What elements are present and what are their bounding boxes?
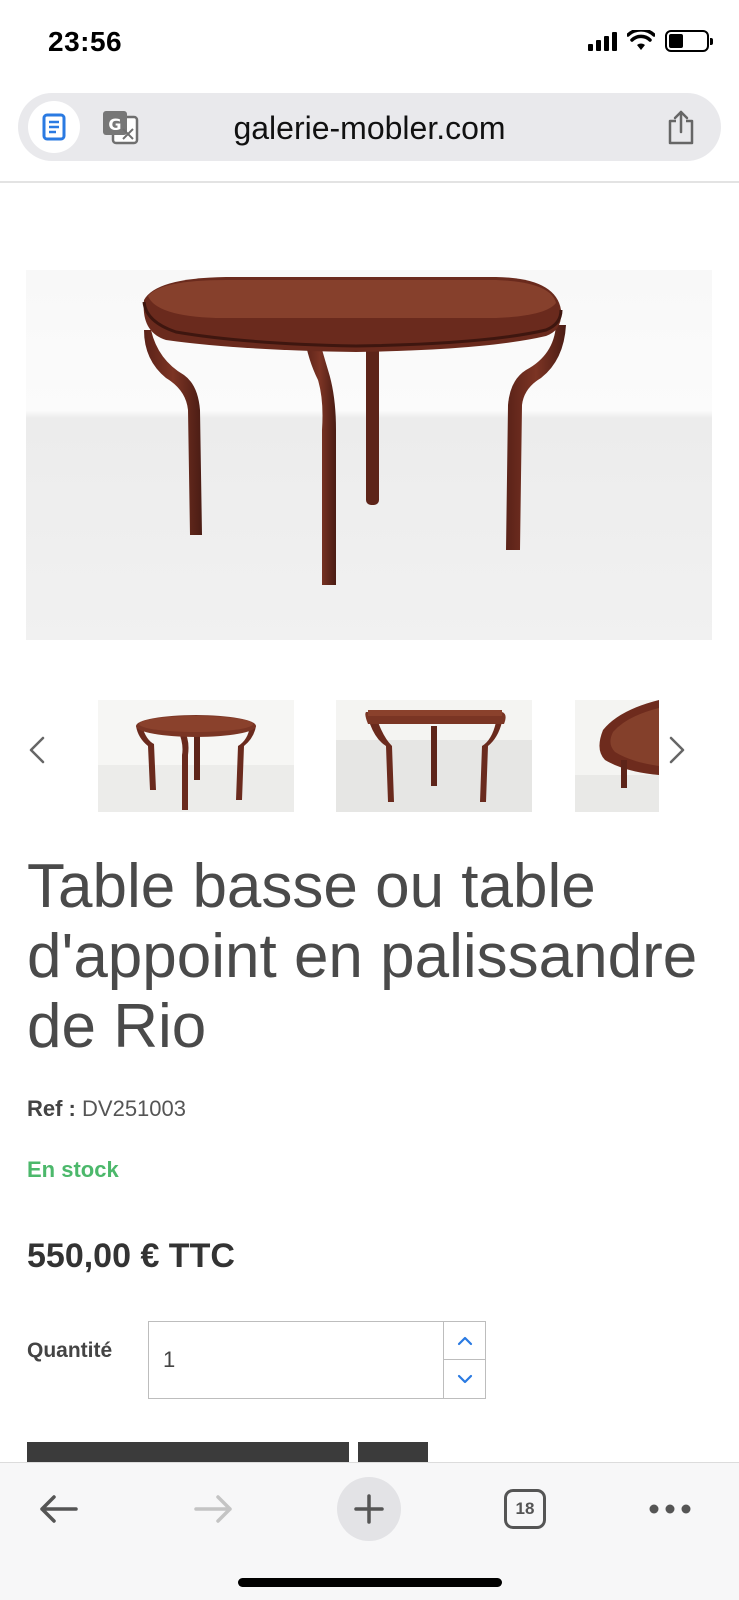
tabs-button[interactable]: 18 <box>493 1477 557 1541</box>
product-title: Table basse ou table d'appoint en paliss… <box>27 852 698 1061</box>
share-icon <box>668 110 694 145</box>
quantity-stepper-buttons <box>443 1322 485 1398</box>
plus-icon <box>354 1494 384 1524</box>
address-bar[interactable]: G galerie-mobler.com <box>18 93 721 161</box>
stock-status: En stock <box>27 1157 119 1182</box>
add-to-cart-button[interactable] <box>27 1442 349 1462</box>
quantity-decrease-button[interactable] <box>444 1360 485 1398</box>
back-button[interactable] <box>26 1477 90 1541</box>
wishlist-button[interactable] <box>358 1442 428 1462</box>
arrow-right-icon <box>194 1495 232 1523</box>
thumbnail-3[interactable] <box>575 700 659 812</box>
thumbnail-1[interactable] <box>98 700 294 812</box>
arrow-left-icon <box>40 1495 78 1523</box>
ref-label: Ref : <box>27 1096 76 1121</box>
carousel-next-button[interactable] <box>662 730 692 770</box>
product-price: 550,00 € TTC <box>27 1237 235 1275</box>
new-tab-button[interactable] <box>337 1477 401 1541</box>
cellular-signal-icon <box>588 31 617 51</box>
chevron-down-icon <box>457 1374 472 1384</box>
quantity-label: Quantité <box>27 1339 113 1362</box>
home-indicator <box>238 1578 502 1587</box>
chevron-up-icon <box>457 1336 472 1345</box>
url-text[interactable]: galerie-mobler.com <box>18 110 721 147</box>
status-time: 23:56 <box>48 26 123 57</box>
status-bar: 23:56 <box>0 0 739 90</box>
thumbnail-2[interactable] <box>336 700 532 812</box>
wifi-icon <box>627 30 655 50</box>
thumbnail-carousel <box>0 690 739 825</box>
forward-button[interactable] <box>182 1477 246 1541</box>
product-main-image[interactable] <box>26 270 712 640</box>
chevron-right-icon <box>669 736 685 764</box>
carousel-prev-button[interactable] <box>22 730 52 770</box>
divider <box>0 181 739 183</box>
tabs-count: 18 <box>504 1489 546 1529</box>
share-button[interactable] <box>661 107 701 147</box>
more-dots-icon <box>649 1504 691 1514</box>
quantity-stepper <box>148 1321 486 1399</box>
quantity-increase-button[interactable] <box>444 1322 485 1360</box>
chevron-left-icon <box>29 736 45 764</box>
ref-value: DV251003 <box>82 1096 186 1121</box>
battery-icon <box>665 30 713 52</box>
product-reference: Ref : DV251003 <box>27 1096 186 1122</box>
more-button[interactable] <box>638 1477 702 1541</box>
quantity-input[interactable] <box>149 1322 444 1398</box>
status-icons <box>588 30 713 52</box>
